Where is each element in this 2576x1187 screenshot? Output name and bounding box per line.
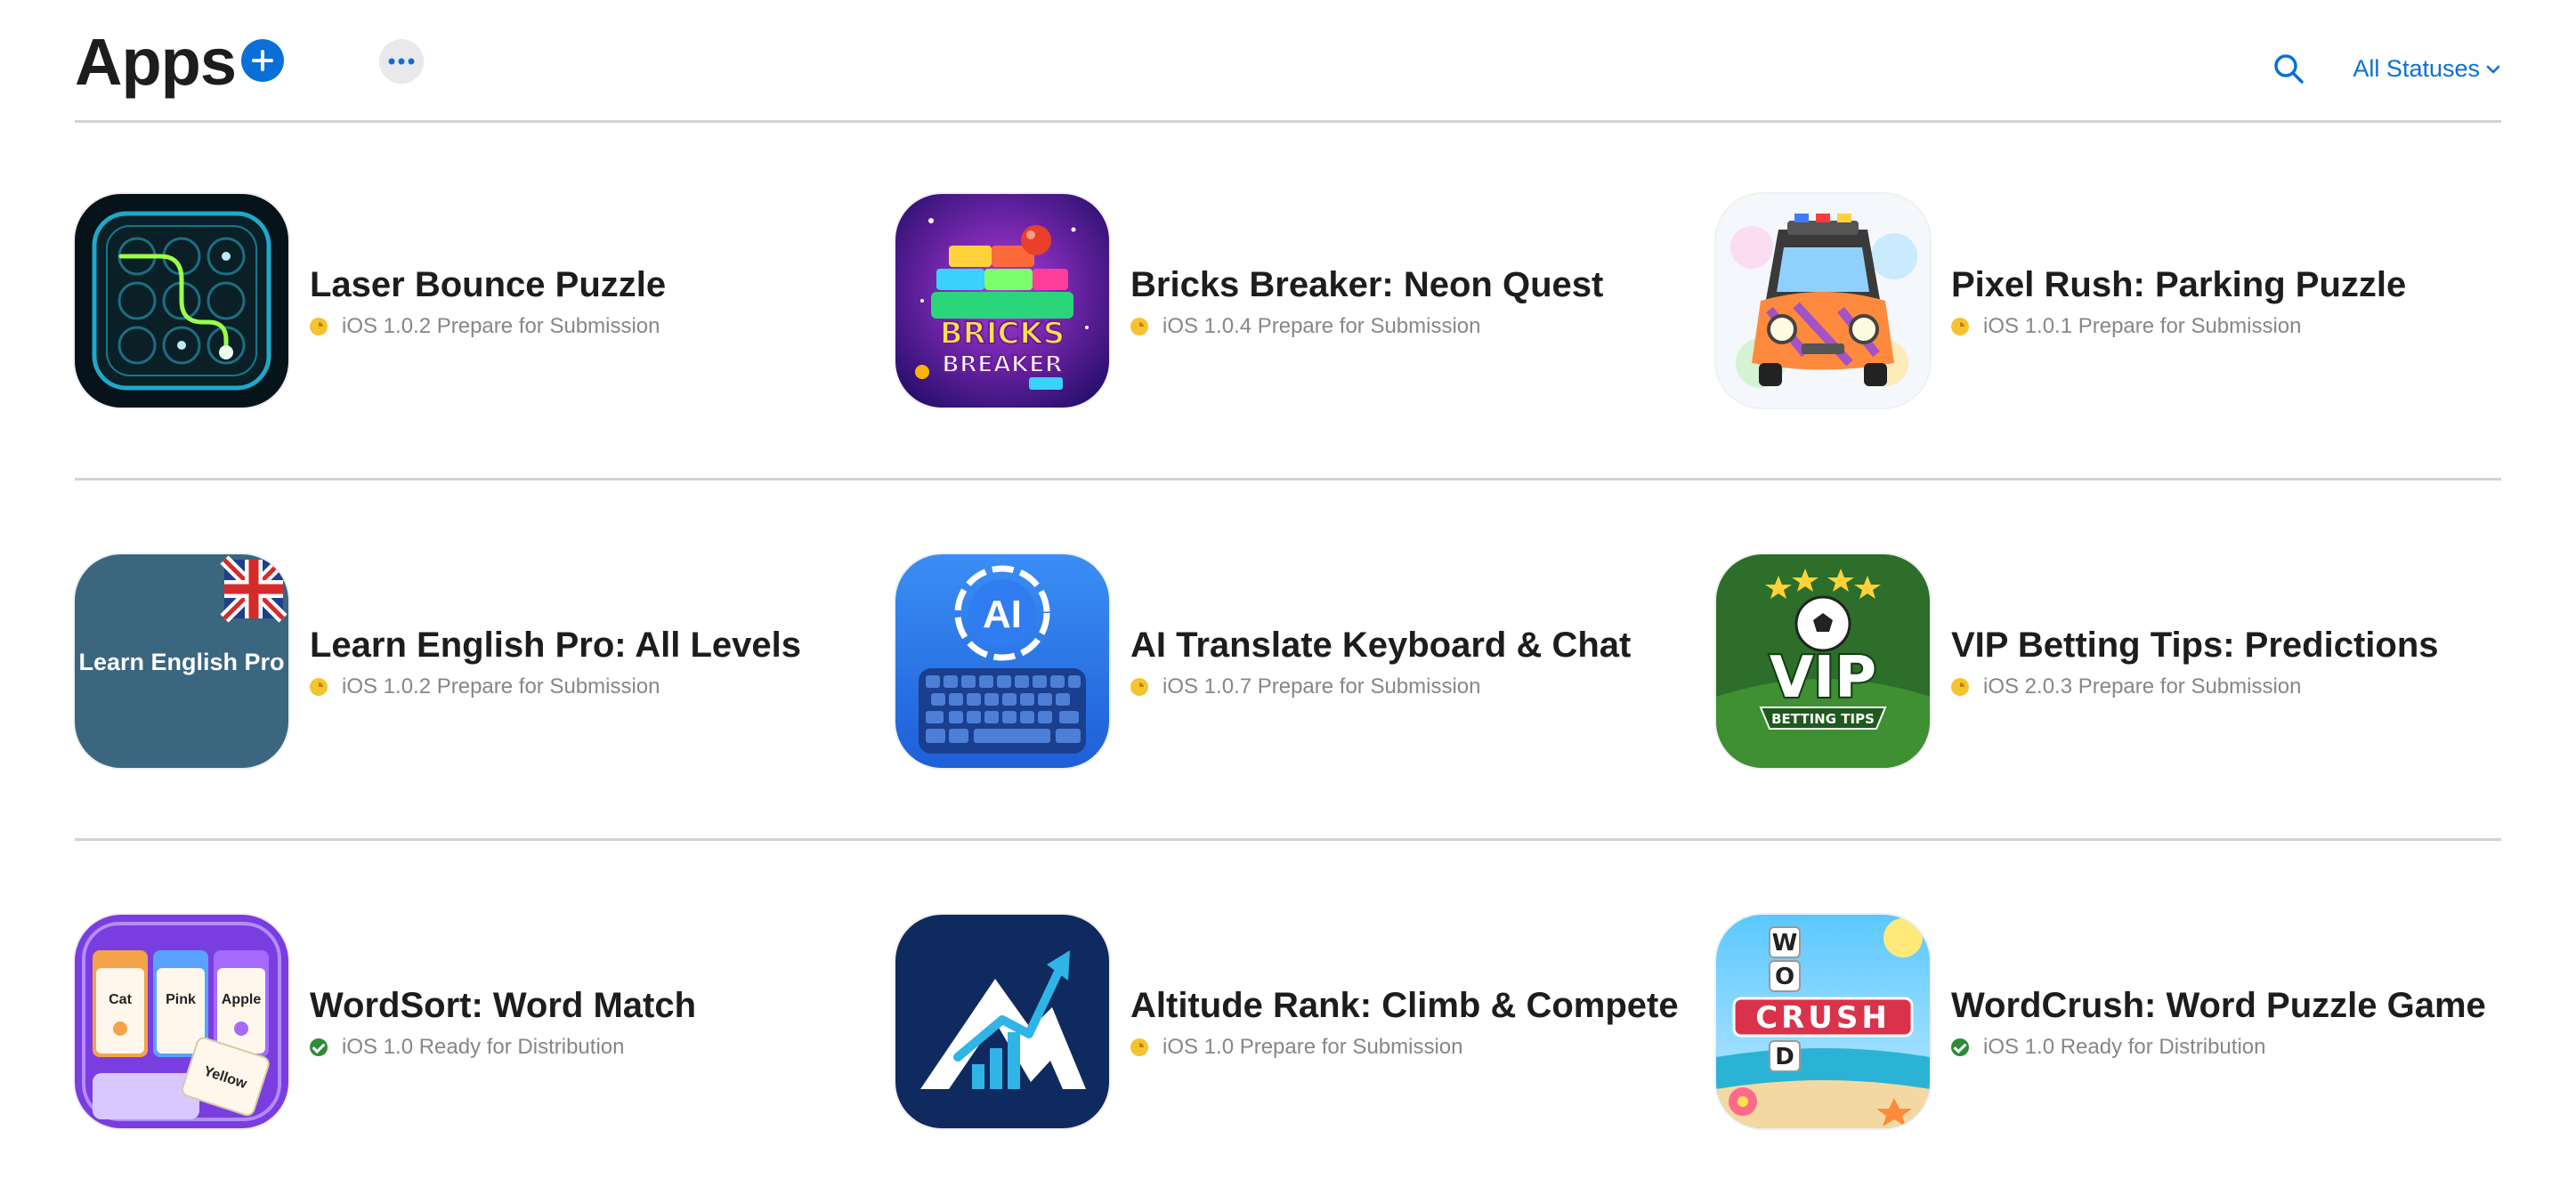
app-status: iOS 1.0.2 Prepare for Submission: [310, 674, 801, 699]
wordsort-icon-word-pink: Pink: [166, 992, 196, 1007]
betting-tips-icon-text: BETTING TIPS: [1771, 711, 1875, 727]
wordcrush-icon-word-crush: CRUSH: [1755, 1000, 1891, 1036]
app-info: WordSort: Word Match iOS 1.0 Ready for D…: [310, 983, 696, 1060]
app-name: Bricks Breaker: Neon Quest: [1130, 265, 1604, 304]
app-info: Learn English Pro: All Levels iOS 1.0.2 …: [310, 623, 801, 699]
app-info: WordCrush: Word Puzzle Game iOS 1.0 Read…: [1951, 983, 2486, 1060]
wordsort-app-icon: Cat Pink Apple Yellow: [75, 915, 288, 1128]
status-ready-icon: [1951, 1038, 1969, 1056]
app-status: iOS 1.0.2 Prepare for Submission: [310, 314, 666, 339]
chevron-down-icon: [2486, 65, 2500, 73]
app-card-vip-betting-tips[interactable]: VIP BETTING TIPS VIP Betting Tips: Predi…: [1716, 554, 2439, 768]
app-status-text: iOS 1.0.2 Prepare for Submission: [342, 674, 660, 698]
search-icon: [2274, 54, 2304, 84]
status-filter-dropdown[interactable]: All Statuses: [2353, 55, 2501, 83]
status-prepare-icon: [1130, 318, 1148, 335]
app-status: iOS 1.0.1 Prepare for Submission: [1951, 314, 2406, 339]
app-card-laser-bounce-puzzle[interactable]: Laser Bounce Puzzle iOS 1.0.2 Prepare fo…: [75, 194, 666, 408]
app-card-altitude-rank[interactable]: Altitude Rank: Climb & Compete iOS 1.0 P…: [895, 915, 1679, 1128]
app-card-wordsort[interactable]: Cat Pink Apple Yellow WordSort: Word Mat…: [75, 915, 696, 1128]
app-status: iOS 1.0.4 Prepare for Submission: [1130, 314, 1603, 339]
app-status-text: iOS 1.0.7 Prepare for Submission: [1162, 674, 1481, 698]
status-ready-icon: [310, 1038, 328, 1056]
status-prepare-icon: [1951, 678, 1969, 696]
add-app-button[interactable]: [241, 39, 284, 82]
wordsort-icon-word-apple: Apple: [222, 992, 262, 1007]
app-info: VIP Betting Tips: Predictions iOS 2.0.3 …: [1951, 623, 2439, 699]
app-name: Pixel Rush: Parking Puzzle: [1951, 265, 2407, 304]
app-info: AI Translate Keyboard & Chat iOS 1.0.7 P…: [1130, 623, 1631, 699]
bricks-icon-text: BRICKS: [940, 316, 1065, 351]
wordcrush-icon-letter-w: W: [1772, 930, 1798, 957]
app-status-text: iOS 1.0.4 Prepare for Submission: [1162, 314, 1481, 338]
status-prepare-icon: [1951, 318, 1969, 335]
status-filter-label: All Statuses: [2353, 55, 2480, 82]
app-name: WordCrush: Word Puzzle Game: [1951, 986, 2486, 1025]
app-status-text: iOS 1.0 Ready for Distribution: [1983, 1035, 2266, 1059]
status-prepare-icon: [1130, 1038, 1148, 1056]
learn-english-icon-text: Learn English Pro: [78, 649, 284, 675]
app-name: VIP Betting Tips: Predictions: [1951, 626, 2439, 665]
app-status-text: iOS 2.0.3 Prepare for Submission: [1983, 674, 2302, 698]
app-card-wordcrush[interactable]: W O CRUSH D WordCrush: Word Puzzle Game: [1716, 915, 2486, 1128]
pixel-rush-app-icon: [1716, 194, 1930, 408]
apps-row: Laser Bounce Puzzle iOS 1.0.2 Prepare fo…: [75, 120, 2501, 480]
app-status: iOS 2.0.3 Prepare for Submission: [1951, 674, 2439, 699]
plus-icon: [252, 50, 273, 71]
app-name: AI Translate Keyboard & Chat: [1130, 626, 1632, 665]
status-prepare-icon: [310, 318, 328, 335]
vip-icon-text: VIP: [1770, 645, 1876, 711]
apps-grid: Laser Bounce Puzzle iOS 1.0.2 Prepare fo…: [75, 120, 2501, 1187]
wordsort-icon-word-cat: Cat: [109, 992, 132, 1007]
wordcrush-icon-letter-o: O: [1775, 964, 1794, 990]
app-info: Bricks Breaker: Neon Quest iOS 1.0.4 Pre…: [1130, 262, 1603, 339]
apps-row: Learn English Pro Learn English Pro: All…: [75, 480, 2501, 841]
altitude-rank-app-icon: [895, 915, 1109, 1128]
app-name: WordSort: Word Match: [310, 986, 697, 1025]
wordcrush-icon-letter-d: D: [1775, 1044, 1794, 1070]
ai-translate-app-icon: AI: [895, 554, 1109, 768]
status-prepare-icon: [310, 678, 328, 696]
learn-english-app-icon: Learn English Pro: [75, 554, 288, 768]
search-button[interactable]: [2272, 52, 2307, 87]
app-status: iOS 1.0 Ready for Distribution: [1951, 1035, 2486, 1060]
app-card-pixel-rush[interactable]: Pixel Rush: Parking Puzzle iOS 1.0.1 Pre…: [1716, 194, 2406, 408]
app-name: Laser Bounce Puzzle: [310, 265, 667, 304]
app-name: Learn English Pro: All Levels: [310, 626, 801, 665]
app-status: iOS 1.0.7 Prepare for Submission: [1130, 674, 1631, 699]
more-options-button[interactable]: [379, 39, 424, 84]
app-status: iOS 1.0 Ready for Distribution: [310, 1035, 696, 1060]
app-status-text: iOS 1.0 Prepare for Submission: [1162, 1035, 1463, 1059]
app-status-text: iOS 1.0.1 Prepare for Submission: [1983, 314, 2302, 338]
app-info: Laser Bounce Puzzle iOS 1.0.2 Prepare fo…: [310, 262, 666, 339]
app-status-text: iOS 1.0 Ready for Distribution: [342, 1035, 625, 1059]
wordcrush-app-icon: W O CRUSH D: [1716, 915, 1930, 1128]
page-title: Apps: [75, 25, 237, 99]
page-header: Apps All Statuses: [75, 0, 2501, 123]
app-card-bricks-breaker[interactable]: BRICKS BREAKER Bricks Breaker: Neon Ques…: [895, 194, 1603, 408]
bricks-breaker-app-icon: BRICKS BREAKER: [895, 194, 1109, 408]
app-name: Altitude Rank: Climb & Compete: [1130, 986, 1679, 1025]
laser-bounce-app-icon: [75, 194, 288, 408]
app-status: iOS 1.0 Prepare for Submission: [1130, 1035, 1679, 1060]
breaker-icon-text: BREAKER: [942, 351, 1063, 378]
ellipsis-icon: [388, 58, 415, 65]
status-prepare-icon: [1130, 678, 1148, 696]
vip-betting-app-icon: VIP BETTING TIPS: [1716, 554, 1930, 768]
app-info: Pixel Rush: Parking Puzzle iOS 1.0.1 Pre…: [1951, 262, 2406, 339]
app-card-learn-english-pro[interactable]: Learn English Pro Learn English Pro: All…: [75, 554, 801, 768]
apps-page: Apps All Statuses Laser Bounce Puzzle iO…: [0, 0, 2576, 1187]
app-status-text: iOS 1.0.2 Prepare for Submission: [342, 314, 660, 338]
apps-row: Cat Pink Apple Yellow WordSort: Word Mat…: [75, 841, 2501, 1187]
ai-icon-text: AI: [983, 593, 1022, 636]
app-card-ai-translate-keyboard[interactable]: AI AI Translate Keyboard & Chat iOS 1.0.…: [895, 554, 1631, 768]
app-info: Altitude Rank: Climb & Compete iOS 1.0 P…: [1130, 983, 1679, 1060]
